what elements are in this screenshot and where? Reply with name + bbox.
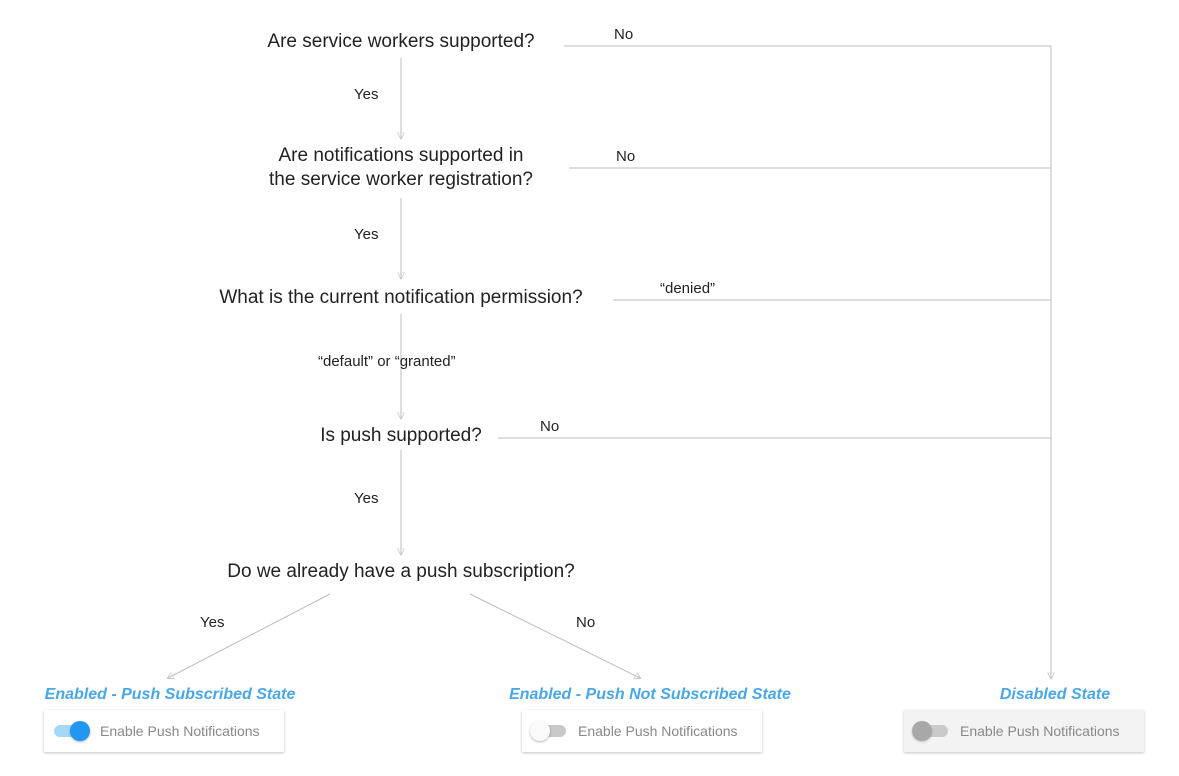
node-q3: What is the current notification permiss…	[189, 286, 613, 310]
node-q5: Do we already have a push subscription?	[204, 560, 598, 584]
toggle-switch-on-icon[interactable]	[54, 722, 88, 740]
edge-q1-yes: Yes	[354, 86, 378, 103]
toggle-switch-disabled-icon	[914, 722, 948, 740]
diagram-connectors	[0, 0, 1179, 776]
node-q2: Are notifications supported in the servi…	[238, 144, 564, 192]
toggle-label-subscribed: Enable Push Notifications	[100, 723, 260, 739]
edge-q2-no: No	[616, 148, 635, 165]
node-q1: Are service workers supported?	[238, 30, 564, 54]
edge-q1-no: No	[614, 26, 633, 43]
toggle-label-disabled: Enable Push Notifications	[960, 723, 1120, 739]
edge-q4-no: No	[540, 418, 559, 435]
edge-q5-yes: Yes	[200, 614, 224, 631]
state-title-subscribed: Enabled - Push Subscribed State	[30, 686, 310, 704]
node-q4: Is push supported?	[304, 424, 498, 448]
edge-q2-yes: Yes	[354, 226, 378, 243]
toggle-switch-off-icon[interactable]	[532, 722, 566, 740]
toggle-card-disabled: Enable Push Notifications	[904, 710, 1144, 752]
edge-q5-no: No	[576, 614, 595, 631]
state-title-not-subscribed: Enabled - Push Not Subscribed State	[500, 686, 800, 704]
edge-q3-pass: “default” or “granted”	[318, 353, 456, 370]
edge-q3-denied: “denied”	[660, 280, 715, 297]
toggle-label-not-subscribed: Enable Push Notifications	[578, 723, 738, 739]
edge-q4-yes: Yes	[354, 490, 378, 507]
state-title-disabled: Disabled State	[948, 686, 1162, 704]
toggle-card-subscribed: Enable Push Notifications	[44, 710, 284, 752]
toggle-card-not-subscribed: Enable Push Notifications	[522, 710, 762, 752]
